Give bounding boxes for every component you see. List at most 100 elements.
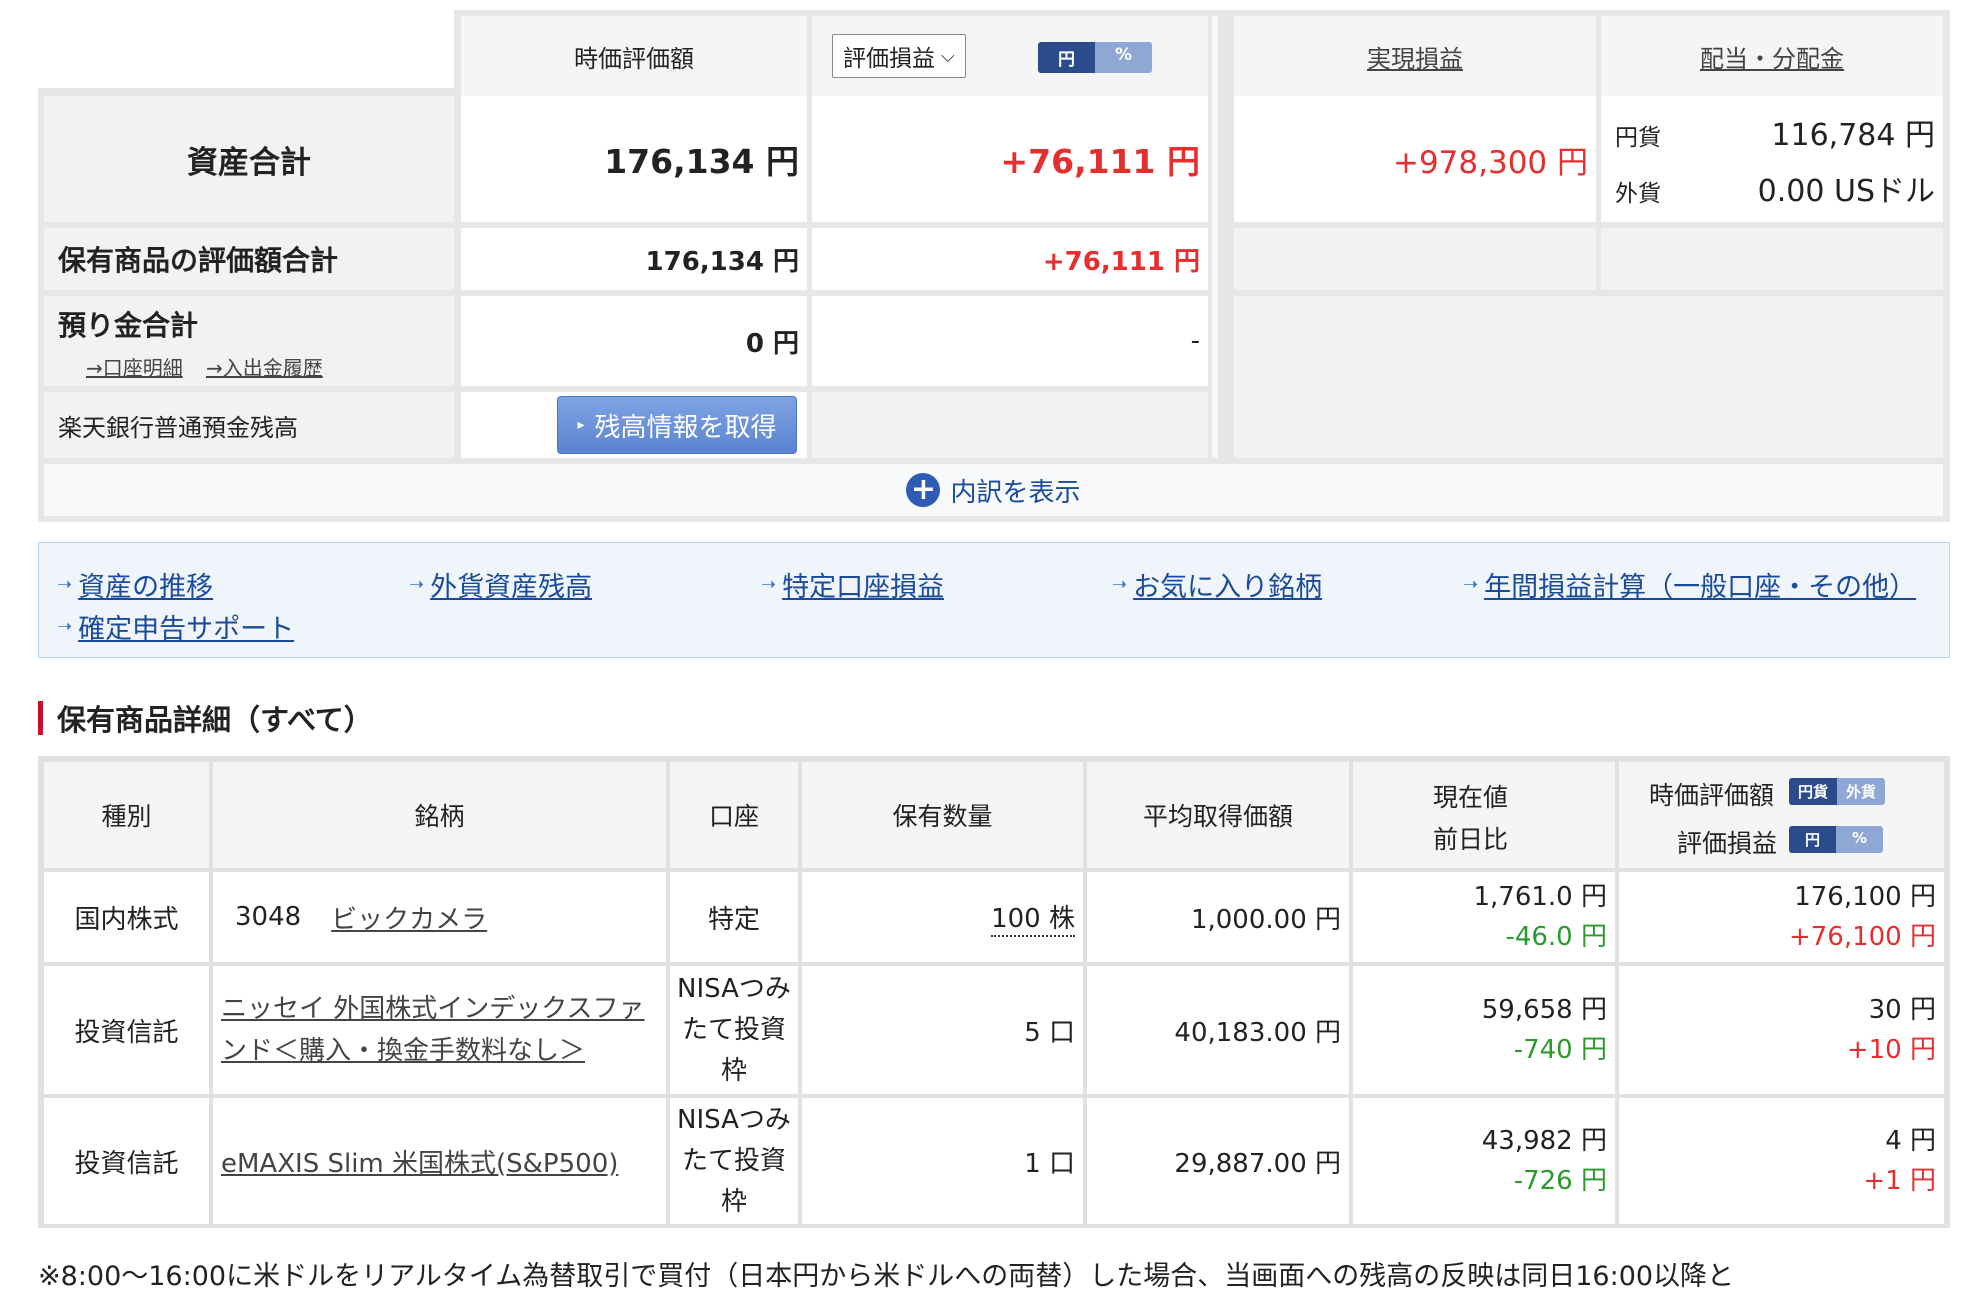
pl-unit-toggle-table[interactable]: 円 %	[1789, 826, 1884, 853]
link-tax-return-text[interactable]: 確定申告サポート	[78, 607, 294, 646]
holdings-total-value: 176,134 円	[461, 228, 807, 290]
row3-price: 43,982 円	[1481, 1126, 1607, 1156]
th-name: 銘柄	[213, 762, 666, 868]
row1-code: 3048	[235, 902, 302, 932]
link-asset-history-text[interactable]: 資産の推移	[78, 565, 213, 604]
realized-pl-link[interactable]: 実現損益	[1367, 39, 1463, 74]
arrow-right-icon: ➝	[1463, 574, 1479, 595]
arrow-right-icon: ➝	[761, 574, 777, 595]
link-tax-return[interactable]: ➝ 確定申告サポート	[57, 607, 294, 646]
row1-qty-link[interactable]: 100 株	[991, 898, 1075, 937]
th-pl-label: 評価損益	[1677, 829, 1778, 858]
header-realized: 実現損益	[1234, 16, 1596, 96]
row3-pl: +1 円	[1863, 1166, 1936, 1196]
account-detail-link[interactable]: →口座明細	[86, 352, 183, 381]
link-annual-pl[interactable]: ➝ 年間損益計算（一般口座・その他）	[1463, 565, 1916, 604]
row3-type: 投資信託	[44, 1098, 209, 1224]
total-assets-pl: +76,111 円	[812, 96, 1208, 222]
row2-mv: 30 円	[1868, 995, 1936, 1025]
link-tokutei-pl[interactable]: ➝ 特定口座損益	[761, 565, 944, 604]
th-change-label: 前日比	[1433, 825, 1509, 854]
section-title: 保有商品詳細（すべて）	[38, 700, 373, 737]
row2-mv-cell: 30 円 +10 円	[1619, 966, 1944, 1094]
div-fx-value: 0.00 USドル	[1757, 174, 1935, 209]
show-breakdown-button[interactable]: + 内訳を表示	[44, 464, 1943, 516]
header-market-value: 時価評価額	[461, 16, 807, 96]
row1-pl: +76,100 円	[1788, 922, 1936, 952]
mv-currency-toggle[interactable]: 円貨 外貨	[1789, 778, 1886, 805]
th-type: 種別	[44, 762, 209, 868]
th-price: 現在値 前日比	[1353, 762, 1615, 868]
row2-name-cell: ニッセイ 外国株式インデックスファンド＜購入・換金手数料なし＞	[213, 966, 666, 1094]
realized-pl-value: +978,300 円	[1234, 96, 1596, 222]
link-favorites-text[interactable]: お気に入り銘柄	[1133, 565, 1322, 604]
row1-avg: 1,000.00 円	[1087, 872, 1349, 962]
holdings-total-label: 保有商品の評価額合計	[44, 228, 454, 290]
toggle-percent-table[interactable]: %	[1836, 826, 1884, 853]
cash-pl: -	[812, 296, 1208, 386]
holdings-total-pl: +76,111 円	[812, 228, 1208, 290]
th-quantity: 保有数量	[802, 762, 1083, 868]
row3-name-cell: eMAXIS Slim 米国株式(S&P500)	[213, 1098, 666, 1224]
row2-qty: 5 口	[802, 966, 1083, 1094]
row1-price: 1,761.0 円	[1473, 882, 1607, 912]
cash-label-cell: 預り金合計 →口座明細 →入出金履歴	[44, 296, 454, 386]
arrow-right-icon: ▸	[577, 417, 585, 433]
row3-price-cell: 43,982 円 -726 円	[1353, 1098, 1615, 1224]
section-title-text: 保有商品詳細（すべて）	[57, 703, 373, 737]
row2-pl: +10 円	[1846, 1035, 1936, 1065]
pl-select-label: 評価損益	[843, 46, 935, 72]
header-dividends: 配当・分配金	[1601, 16, 1943, 96]
pl-select[interactable]: 評価損益 ⌵	[832, 34, 966, 78]
th-avg-cost: 平均取得価額	[1087, 762, 1349, 868]
toggle-yen[interactable]: 円	[1038, 42, 1095, 73]
link-annual-pl-text[interactable]: 年間損益計算（一般口座・その他）	[1484, 565, 1916, 604]
row1-mv: 176,100 円	[1794, 882, 1936, 912]
link-asset-history[interactable]: ➝ 資産の推移	[57, 565, 213, 604]
link-favorites[interactable]: ➝ お気に入り銘柄	[1112, 565, 1322, 604]
get-balance-label: 残高情報を取得	[594, 412, 777, 443]
link-tokutei-pl-text[interactable]: 特定口座損益	[782, 565, 944, 604]
row3-account: NISAつみたて投資枠	[670, 1098, 798, 1224]
row2-price: 59,658 円	[1481, 995, 1607, 1025]
div-jpy-value: 116,784 円	[1771, 118, 1935, 153]
bank-balance-label: 楽天銀行普通預金残高	[44, 392, 454, 458]
toggle-fx[interactable]: 外貨	[1837, 778, 1886, 805]
holdings-table: 種別 銘柄 口座 保有数量 平均取得価額 現在値 前日比 時価評価額 円貨 外貨…	[38, 756, 1950, 1228]
arrow-right-icon: ➝	[1112, 574, 1128, 595]
link-fx-assets[interactable]: ➝ 外貨資産残高	[409, 565, 592, 604]
bank-balance-cell: ▸ 残高情報を取得	[461, 392, 807, 458]
row1-change: -46.0 円	[1505, 922, 1607, 952]
cash-label: 預り金合計	[58, 309, 199, 342]
deposit-history-link[interactable]: →入出金履歴	[206, 352, 323, 381]
toggle-jpy[interactable]: 円貨	[1789, 778, 1838, 805]
chevron-down-icon: ⌵	[941, 45, 955, 67]
arrow-right-icon: ➝	[409, 574, 425, 595]
toggle-percent[interactable]: %	[1095, 42, 1153, 73]
row2-account: NISAつみたて投資枠	[670, 966, 798, 1094]
total-assets-label: 資産合計	[44, 96, 454, 222]
th-mv-label: 時価評価額	[1649, 781, 1775, 810]
row3-mv-cell: 4 円 +1 円	[1619, 1098, 1944, 1224]
toggle-yen-table[interactable]: 円	[1789, 826, 1837, 853]
arrow-right-icon: ➝	[57, 574, 73, 595]
row3-mv: 4 円	[1885, 1126, 1936, 1156]
row1-name-link[interactable]: ビックカメラ	[331, 899, 487, 936]
dividends-link[interactable]: 配当・分配金	[1700, 39, 1844, 74]
row1-account: 特定	[670, 872, 798, 962]
pl-unit-toggle[interactable]: 円 %	[1038, 42, 1153, 73]
footnote-text: ※8:00～16:00に米ドルをリアルタイム為替取引で買付（日本円から米ドルへの…	[38, 1261, 1735, 1292]
row3-name-link[interactable]: eMAXIS Slim 米国株式(S&P500)	[221, 1143, 618, 1180]
section-accent-bar	[38, 701, 43, 735]
get-balance-button[interactable]: ▸ 残高情報を取得	[557, 396, 797, 454]
link-fx-assets-text[interactable]: 外貨資産残高	[430, 565, 592, 604]
asset-summary-panel: 時価評価額 評価損益 ⌵ 円 % 実現損益 配当・分配金 資産合計 176,13…	[38, 10, 1950, 522]
cash-value: 0 円	[461, 296, 807, 386]
th-price-label: 現在値	[1433, 783, 1509, 812]
arrow-right-icon: ➝	[57, 616, 73, 637]
row1-qty-cell: 100 株	[802, 872, 1083, 962]
row2-avg: 40,183.00 円	[1087, 966, 1349, 1094]
row1-mv-cell: 176,100 円 +76,100 円	[1619, 872, 1944, 962]
div-jpy-label: 円貨	[1615, 125, 1661, 151]
row2-name-link[interactable]: ニッセイ 外国株式インデックスファンド＜購入・換金手数料なし＞	[221, 988, 652, 1072]
